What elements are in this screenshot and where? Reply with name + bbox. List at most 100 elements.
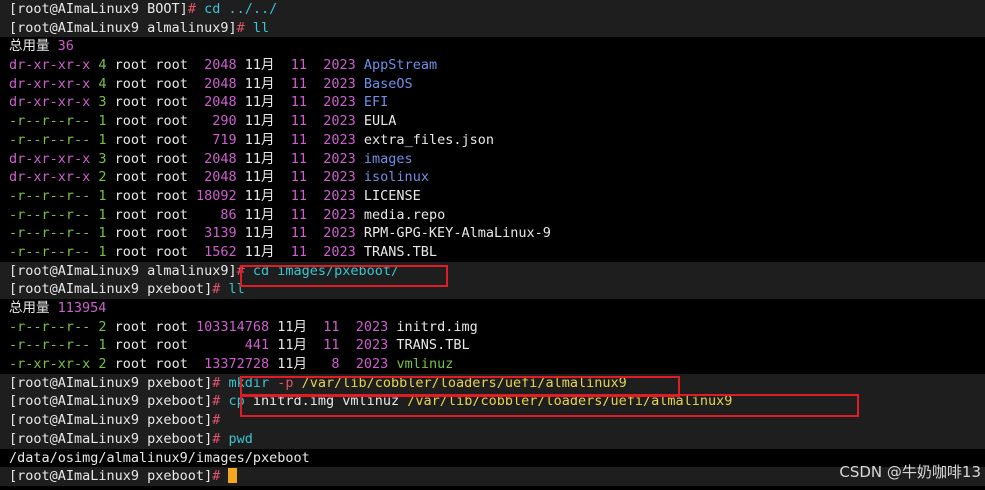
terminal-text-segment: /data/osimg/almalinux9/images/pxeboot bbox=[9, 449, 310, 466]
watermark: CSDN @牛奶咖啡13 bbox=[839, 463, 981, 481]
terminal-text-segment: 13372728 bbox=[204, 356, 270, 373]
terminal-text-segment: 2 bbox=[90, 356, 115, 373]
terminal-line: [root@AImaLinux9 pxeboot]# bbox=[0, 467, 985, 486]
terminal-text-segment: -r--r--r-- bbox=[9, 131, 91, 148]
terminal-line: [root@AImaLinux9 almalinux9]# cd images/… bbox=[0, 261, 985, 281]
text-cursor bbox=[228, 468, 238, 484]
terminal-text-segment: 290 bbox=[212, 113, 237, 130]
terminal-text-segment: 3139 bbox=[204, 225, 237, 242]
terminal-text-segment: root root bbox=[114, 356, 205, 373]
terminal-text-segment: pwd bbox=[228, 430, 253, 447]
terminal-text-segment: 2023 bbox=[323, 206, 356, 223]
terminal-text-segment: 4 bbox=[90, 57, 115, 74]
terminal-text-segment: root root bbox=[114, 225, 205, 242]
terminal-line: -r--r--r-- 1 root root 719 11月 11 2023 e… bbox=[0, 131, 985, 150]
terminal-text-segment: 2023 bbox=[323, 57, 356, 74]
terminal-text-segment: root root bbox=[114, 169, 205, 186]
terminal-text-segment: [root@AImaLinux9 almalinux9] bbox=[9, 19, 237, 36]
terminal-line: [root@AImaLinux9 pxeboot]# ll bbox=[0, 280, 985, 299]
terminal-text-segment: -r--r--r-- bbox=[9, 225, 91, 242]
terminal-line: -r--r--r-- 2 root root 103314768 11月 11 … bbox=[0, 318, 985, 337]
terminal-text-segment: 1 bbox=[90, 187, 115, 204]
terminal-text-segment: 2 bbox=[90, 318, 115, 335]
terminal-text-segment: AppStream bbox=[363, 57, 438, 74]
terminal-text-segment: 11 bbox=[323, 337, 340, 354]
terminal-text-segment: dr-xr-xr-x bbox=[9, 75, 91, 92]
terminal-text-segment: root root bbox=[114, 243, 205, 260]
terminal-text-segment: root root bbox=[114, 75, 205, 92]
terminal-text-segment: 11月 bbox=[236, 243, 291, 260]
terminal-text-segment: dr-xr-xr-x bbox=[9, 150, 91, 167]
terminal-line: -r--r--r-- 1 root root 1562 11月 11 2023 … bbox=[0, 243, 985, 262]
terminal-text-segment: root root bbox=[114, 318, 196, 335]
terminal-text-segment: media.repo bbox=[355, 206, 446, 223]
terminal-text-segment: 11 bbox=[290, 113, 308, 130]
terminal-text-segment: root root bbox=[114, 187, 196, 204]
terminal-text-segment: 11月 bbox=[236, 169, 291, 186]
terminal-text-segment: 11 bbox=[290, 187, 307, 204]
terminal-text-segment: -r--r--r-- bbox=[9, 187, 91, 204]
terminal-text-segment: 11 bbox=[290, 150, 307, 167]
terminal-text-segment: 11月 bbox=[269, 318, 324, 335]
terminal-line: -r--r--r-- 1 root root 18092 11月 11 2023… bbox=[0, 187, 985, 206]
terminal-text-segment: 11月 bbox=[269, 337, 324, 354]
terminal-text-segment: 3 bbox=[90, 94, 115, 111]
terminal-line: [root@AImaLinux9 pxeboot]# cp initrd.img… bbox=[0, 392, 985, 412]
terminal-window[interactable]: [root@AImaLinux9 BOOT]# cd ../../[root@A… bbox=[0, 0, 985, 490]
terminal-text-segment: 11月 bbox=[236, 57, 291, 74]
terminal-text-segment: 2023 bbox=[323, 131, 356, 148]
terminal-text-segment: [root@AImaLinux9 pxeboot] bbox=[9, 281, 213, 298]
terminal-text-segment: 2023 bbox=[323, 94, 356, 111]
terminal-text-segment: 2023 bbox=[355, 318, 389, 335]
terminal-text-segment: 2 bbox=[90, 169, 115, 186]
terminal-text-segment: [root@AImaLinux9 pxeboot] bbox=[9, 374, 213, 391]
terminal-text-segment: 1562 bbox=[204, 243, 237, 260]
terminal-line: dr-xr-xr-x 4 root root 2048 11月 11 2023 … bbox=[0, 75, 985, 94]
terminal-text-segment: -r--r--r-- bbox=[9, 318, 91, 335]
terminal-text-segment: 2023 bbox=[323, 150, 356, 167]
terminal-text-segment: 11 bbox=[290, 206, 308, 223]
terminal-text-segment: # bbox=[212, 281, 229, 298]
terminal-text-segment: 4 bbox=[90, 75, 115, 92]
terminal-text-segment: 11月 bbox=[236, 75, 291, 92]
terminal-text-segment: root root bbox=[114, 113, 213, 130]
terminal-text-segment: 1 bbox=[90, 131, 115, 148]
terminal-line: [root@AImaLinux9 pxeboot]# bbox=[0, 411, 985, 430]
terminal-text-segment: 36 bbox=[57, 38, 74, 55]
terminal-line: [root@AImaLinux9 pxeboot]# mkdir -p /var… bbox=[0, 373, 985, 393]
terminal-text-segment: 11 bbox=[290, 131, 308, 148]
terminal-text-segment: 441 bbox=[244, 337, 270, 354]
terminal-text-segment: # bbox=[212, 393, 229, 410]
terminal-text-segment: # bbox=[212, 374, 229, 391]
terminal-line: dr-xr-xr-x 4 root root 2048 11月 11 2023 … bbox=[0, 56, 985, 75]
terminal-line: [root@AImaLinux9 pxeboot]# pwd bbox=[0, 429, 985, 449]
terminal-text-segment: 11月 bbox=[236, 225, 291, 242]
terminal-text-segment: 11 bbox=[290, 94, 307, 111]
terminal-text-segment: LICENSE bbox=[355, 187, 421, 204]
terminal-text-segment: /var/lib/cobbler/loaders/uefi/almalinux9 bbox=[407, 393, 733, 410]
terminal-text-segment: 11月 bbox=[236, 113, 291, 130]
terminal-text-segment: 11 bbox=[290, 75, 307, 92]
terminal-text-segment: 2023 bbox=[323, 243, 356, 260]
terminal-text-segment: root root bbox=[114, 206, 221, 223]
terminal-text-segment: 2048 bbox=[204, 169, 237, 186]
terminal-text-segment: cp bbox=[228, 393, 245, 410]
terminal-text-segment: dr-xr-xr-x bbox=[9, 169, 91, 186]
terminal-text-segment: EFI bbox=[363, 94, 389, 111]
terminal-line: -r-xr-xr-x 2 root root 13372728 11月 8 20… bbox=[0, 355, 985, 374]
terminal-text-segment: root root bbox=[114, 150, 205, 167]
terminal-text-segment: 11月 bbox=[269, 356, 332, 373]
terminal-text-segment: root root bbox=[114, 57, 205, 74]
